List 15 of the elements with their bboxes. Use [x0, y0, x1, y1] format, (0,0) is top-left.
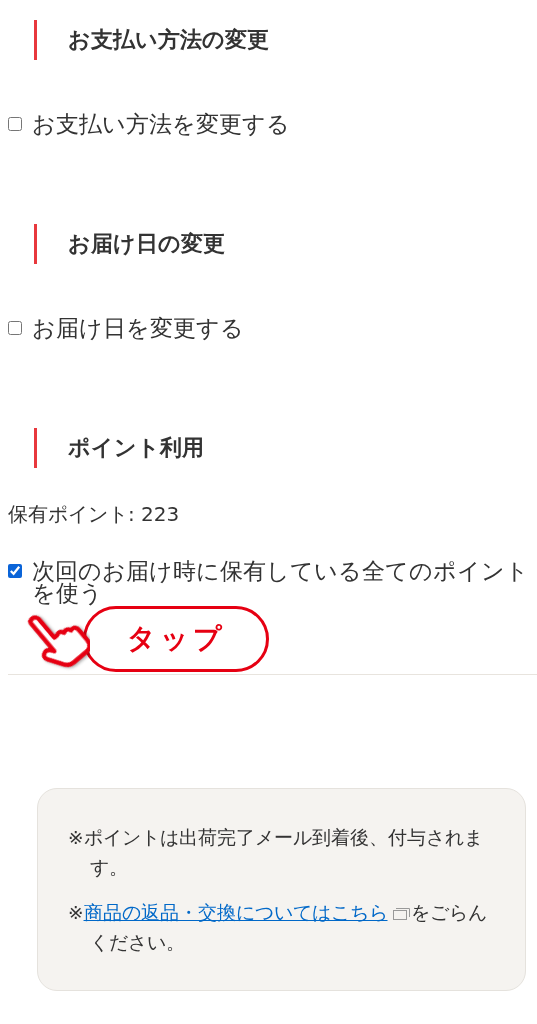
- checkbox-label[interactable]: お支払い方法を変更する: [32, 109, 290, 139]
- checkbox[interactable]: [8, 321, 22, 335]
- section-heading: お届け日の変更: [34, 224, 537, 264]
- note-text: ※商品の返品・交換についてはこちら をごらんください。: [68, 901, 489, 955]
- tap-callout: タップ: [83, 606, 269, 672]
- checkbox[interactable]: [8, 564, 22, 578]
- checkbox-label[interactable]: お届け日を変更する: [32, 313, 244, 343]
- section-heading: お支払い方法の変更: [34, 20, 537, 60]
- checkbox-label[interactable]: 次回のお届け時に保有している全てのポイントを使う: [32, 560, 537, 604]
- checkbox[interactable]: [8, 117, 22, 131]
- points-balance: 保有ポイント: 223: [8, 501, 181, 528]
- external-window-icon: [393, 908, 411, 920]
- returns-link[interactable]: 商品の返品・交換についてはこちら: [83, 902, 388, 923]
- note-text: ※ポイントは出荷完了メール到着後、付与されます。: [68, 826, 484, 880]
- section-heading: ポイント利用: [34, 428, 537, 468]
